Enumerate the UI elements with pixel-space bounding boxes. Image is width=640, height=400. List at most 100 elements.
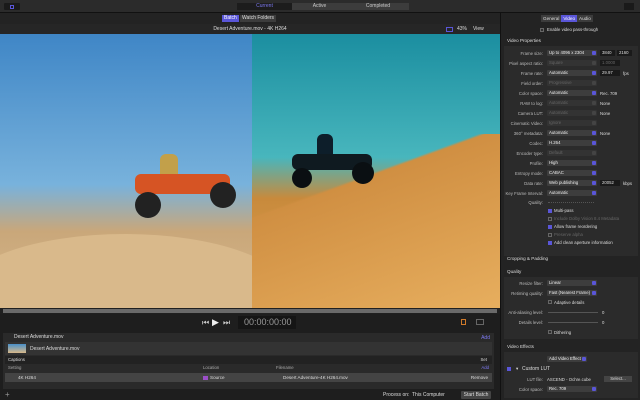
property-popup[interactable]: Automatic <box>547 70 597 76</box>
remove-button[interactable]: Remove <box>471 373 488 382</box>
timecode-display[interactable]: 00:00:00:00 <box>238 316 296 329</box>
add-video-effect-popup[interactable]: Add Video Effect <box>547 356 587 362</box>
property-label: Codec: <box>529 141 543 146</box>
quality-slider[interactable] <box>548 202 594 203</box>
property-field[interactable]: 3840 <box>600 50 615 56</box>
marker-icon[interactable] <box>461 319 466 325</box>
add-source-link[interactable]: Add <box>481 335 490 341</box>
property-label: Encoder type: <box>516 151 543 156</box>
zoom-popup[interactable]: 43% <box>457 24 467 34</box>
details-slider[interactable] <box>548 322 598 323</box>
tab-audio[interactable]: Audio <box>577 15 593 22</box>
property-field[interactable]: 1.0000 <box>600 60 620 66</box>
col-setting: Setting <box>8 365 22 370</box>
tab-current[interactable]: Current <box>237 3 292 10</box>
select-lut-button[interactable]: Select... <box>604 376 632 382</box>
property-popup[interactable]: Automatic <box>547 100 597 106</box>
property-popup[interactable]: Automatic <box>547 130 597 136</box>
checkbox[interactable] <box>548 232 552 237</box>
sidebar-toggle-icon[interactable] <box>4 3 20 10</box>
property-label: Profile: <box>529 161 543 166</box>
resize-filter-popup[interactable]: Linear <box>547 280 597 286</box>
view-menu[interactable]: View <box>473 24 484 34</box>
property-popup[interactable]: High <box>547 160 597 166</box>
property-popup[interactable]: H.264 <box>547 140 597 146</box>
output-filename[interactable]: Desert Adventure-4K H264.mov <box>283 373 348 382</box>
disclosure-triangle-icon[interactable]: ▾ <box>516 366 518 372</box>
start-batch-button[interactable]: Start Batch <box>461 391 491 399</box>
checkbox[interactable] <box>548 240 552 245</box>
play-icon[interactable]: ▶ <box>212 317 219 328</box>
adaptive-label: Adaptive details <box>554 300 585 305</box>
process-on-popup[interactable]: This Computer <box>412 392 445 398</box>
property-field[interactable]: 29.97 <box>600 70 620 76</box>
tab-completed[interactable]: Completed <box>347 3 409 10</box>
property-label: Field order: <box>521 81 543 86</box>
property-popup[interactable]: Web publishing <box>547 180 597 186</box>
lut-color-space-label: Color space: <box>518 387 543 392</box>
checkbox[interactable] <box>548 216 552 221</box>
custom-lut-label: Custom LUT <box>522 366 551 372</box>
passthrough-label: Enable video pass-through <box>547 27 599 32</box>
property-field[interactable]: 20052 <box>600 180 620 186</box>
tab-video[interactable]: Video <box>561 15 578 22</box>
property-popup[interactable]: Progressive <box>547 80 597 86</box>
tab-active[interactable]: Active <box>292 3 347 10</box>
output-row[interactable]: 4K H264 Source Desert Adventure-4K H264.… <box>5 373 492 382</box>
dithering-label: Dithering <box>554 330 572 335</box>
property-label: Frame rate: <box>520 71 543 76</box>
cropping-heading[interactable]: Cropping & Padding <box>507 256 548 261</box>
inspector-toggle-icon[interactable] <box>624 3 634 10</box>
option-label: Add clean aperture information <box>554 240 613 245</box>
option-checkbox[interactable]: Multi-pass <box>548 208 574 213</box>
dithering-checkbox[interactable]: Dithering <box>548 330 571 335</box>
job-row[interactable]: Desert Adventure.mov <box>5 342 492 355</box>
property-popup[interactable]: Ignore <box>547 120 597 126</box>
property-popup[interactable]: Up to 4096 x 2304 <box>547 50 597 56</box>
antialias-label: Anti-aliasing level: <box>508 310 543 315</box>
retiming-popup[interactable]: Fast (Nearest Frame) <box>547 290 597 296</box>
output-location[interactable]: Source <box>210 373 225 382</box>
option-checkbox[interactable]: Include Dolby Vision 8.4 Metadata <box>548 216 619 221</box>
add-output-link[interactable]: Add <box>481 364 489 372</box>
checkbox[interactable] <box>548 208 552 213</box>
tab-batch[interactable]: Batch <box>222 15 239 22</box>
tab-watch-folders[interactable]: Watch Folders <box>240 15 277 22</box>
display-icon[interactable] <box>476 319 484 325</box>
video-effects-section: Add Video Effect ▾ Custom LUT LUT file: … <box>504 352 638 398</box>
previous-frame-icon[interactable]: ⏮ <box>202 318 209 328</box>
property-note: None <box>600 111 611 116</box>
set-menu[interactable]: Set <box>481 356 487 364</box>
preview-title: Desert Adventure.mov - 4K H264 43% View <box>0 24 500 34</box>
property-popup[interactable]: Automatic <box>547 90 597 96</box>
property-popup[interactable]: Square <box>547 60 597 66</box>
property-field-2[interactable]: 2160 <box>617 50 632 56</box>
add-icon[interactable]: + <box>5 390 10 399</box>
adaptive-details-checkbox[interactable]: Adaptive details <box>548 300 584 305</box>
tab-general[interactable]: General <box>541 15 562 22</box>
property-popup[interactable]: Default <box>547 150 597 156</box>
option-checkbox[interactable]: Add clean aperture information <box>548 240 613 245</box>
lut-file-name: ASCEND - Ochre.cube <box>547 377 591 382</box>
option-checkbox[interactable]: Allow frame reordering <box>548 224 597 229</box>
folder-icon <box>203 375 208 380</box>
custom-lut-checkbox[interactable] <box>507 367 511 371</box>
property-popup[interactable]: Automatic <box>547 190 597 196</box>
antialias-slider[interactable] <box>548 312 598 313</box>
property-label: RAW to log: <box>520 101 543 106</box>
lut-file-label: LUT file: <box>527 377 543 382</box>
batch-list: Desert Adventure.mov Add Desert Adventur… <box>3 333 494 389</box>
property-label: Camera LUT: <box>517 111 543 116</box>
compare-icon[interactable] <box>446 27 453 32</box>
col-filename: Filename <box>276 365 294 370</box>
property-popup[interactable]: Automatic <box>547 110 597 116</box>
passthrough-checkbox[interactable]: Enable video pass-through <box>540 27 598 32</box>
option-checkbox[interactable]: Preserve alpha <box>548 232 583 237</box>
property-label: Key Frame Interval: <box>505 191 544 196</box>
lut-color-space-popup[interactable]: Rec. 709 <box>547 386 597 392</box>
checkbox[interactable] <box>548 224 552 229</box>
next-frame-icon[interactable]: ⏭ <box>223 318 230 328</box>
property-popup[interactable]: CABAC <box>547 170 597 176</box>
checkbox[interactable] <box>540 27 544 32</box>
property-label: Data rate: <box>524 181 543 186</box>
